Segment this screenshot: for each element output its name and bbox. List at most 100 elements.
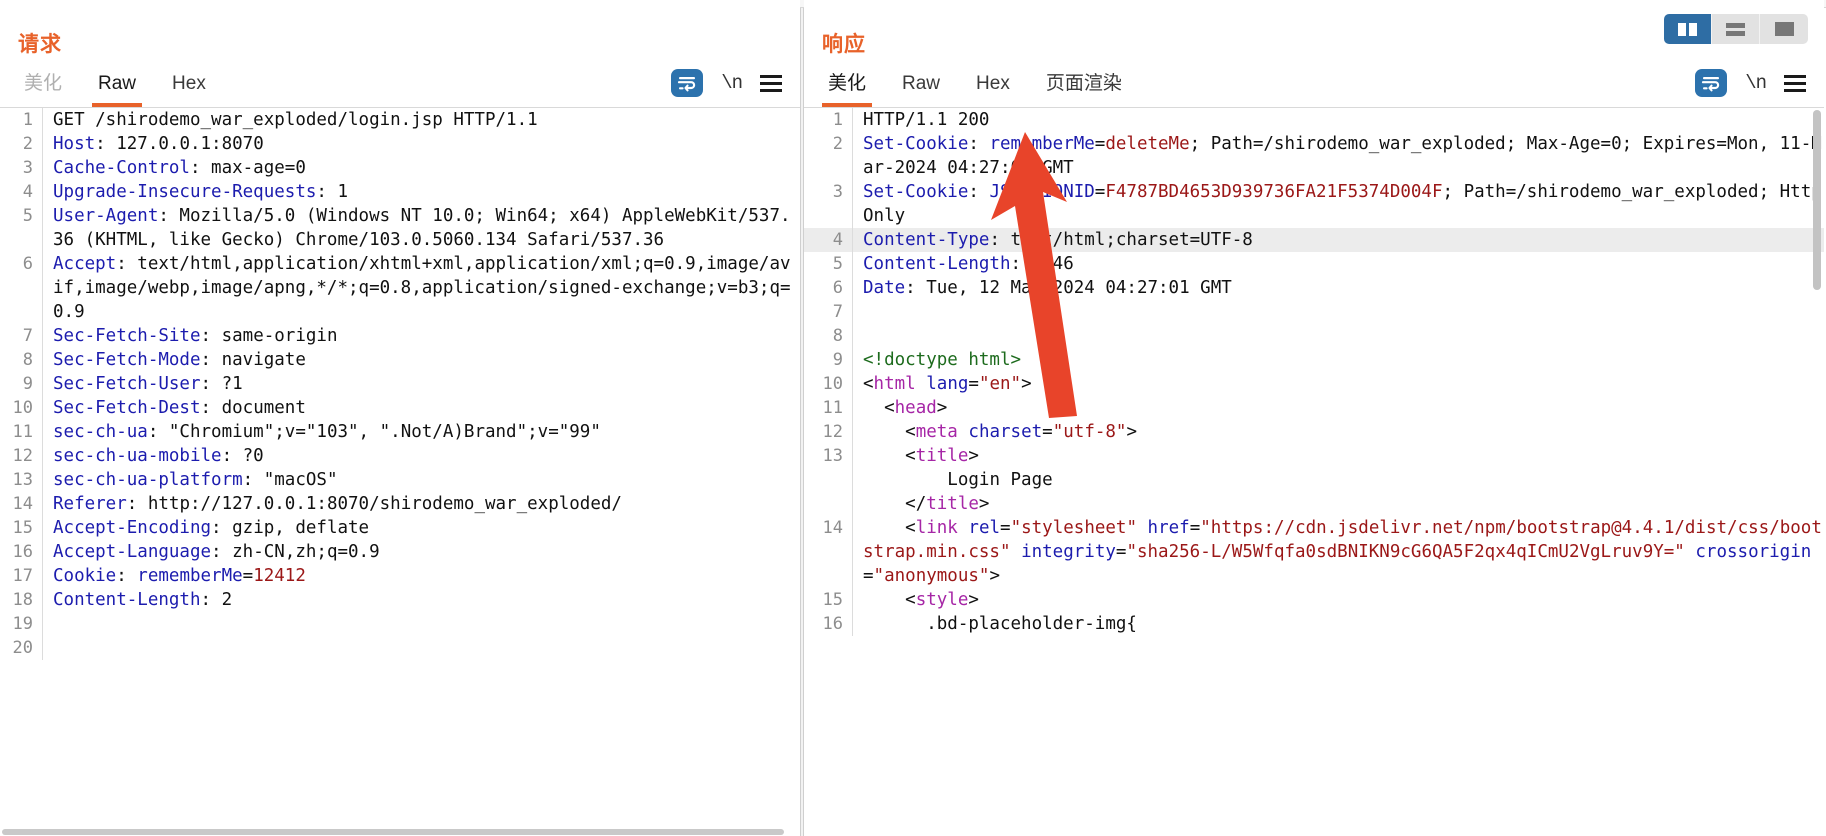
line-content bbox=[852, 324, 1824, 348]
line-content: Sec-Fetch-Site: same-origin bbox=[42, 324, 800, 348]
line-number: 14 bbox=[822, 518, 843, 538]
line-number: 9 bbox=[832, 350, 843, 370]
request-tab-beautify[interactable]: 美化 bbox=[6, 62, 80, 107]
code-line: 13 sec-ch-ua-platform: "macOS" bbox=[0, 468, 800, 492]
newline-toggle[interactable]: \n bbox=[721, 72, 743, 94]
line-content: Accept-Language: zh-CN,zh;q=0.9 bbox=[42, 540, 800, 564]
newline-toggle[interactable]: \n bbox=[1745, 72, 1767, 94]
code-line: 3 Cache-Control: max-age=0 bbox=[0, 156, 800, 180]
line-content: Cookie: rememberMe=12412 bbox=[42, 564, 800, 588]
line-content: .bd-placeholder-img{ bbox=[852, 612, 1824, 636]
line-content: <head> bbox=[852, 396, 1824, 420]
single-pane-icon bbox=[1774, 22, 1794, 36]
line-content: Sec-Fetch-User: ?1 bbox=[42, 372, 800, 396]
line-number: 17 bbox=[12, 566, 33, 586]
http-proxy-window: 请求 美化 Raw Hex \n 1 GET /shirodemo_war_ex… bbox=[0, 0, 1826, 836]
layout-split-vertical-button[interactable] bbox=[1664, 14, 1712, 44]
request-horizontal-scrollbar[interactable] bbox=[0, 828, 790, 836]
request-code-lines: 1 GET /shirodemo_war_exploded/login.jsp H… bbox=[0, 108, 800, 660]
request-tab-row: 美化 Raw Hex \n bbox=[0, 64, 800, 108]
line-number: 12 bbox=[12, 446, 33, 466]
line-number: 10 bbox=[822, 374, 843, 394]
code-line: 8 Sec-Fetch-Mode: navigate bbox=[0, 348, 800, 372]
code-line: 15 <style> bbox=[804, 588, 1824, 612]
line-content: <style> bbox=[852, 588, 1824, 612]
line-content: <meta charset="utf-8"> bbox=[852, 420, 1824, 444]
code-line: 1 GET /shirodemo_war_exploded/login.jsp H… bbox=[0, 108, 800, 132]
line-content: Upgrade-Insecure-Requests: 1 bbox=[42, 180, 800, 204]
word-wrap-icon[interactable] bbox=[671, 69, 704, 97]
response-tab-raw[interactable]: Raw bbox=[884, 67, 958, 107]
line-content: Set-Cookie: rememberMe=deleteMe; Path=/s… bbox=[852, 132, 1824, 180]
response-code-lines: 1 HTTP/1.1 200 2 Set-Cookie: rememberMe=del… bbox=[804, 108, 1824, 636]
request-tab-actions: \n bbox=[671, 69, 800, 107]
line-number: 16 bbox=[822, 614, 843, 634]
hamburger-menu-icon[interactable] bbox=[1784, 74, 1806, 92]
code-line: 4 Content-Type: text/html;charset=UTF-8 bbox=[804, 228, 1824, 252]
code-line: 3 Set-Cookie: JSESSIONID=F4787BD4653D9397… bbox=[804, 180, 1824, 228]
response-vertical-scrollbar[interactable] bbox=[1812, 108, 1822, 836]
code-line: 5 User-Agent: Mozilla/5.0 (Windows NT 10.… bbox=[0, 204, 800, 252]
code-line: 19 bbox=[0, 612, 800, 636]
line-number: 1 bbox=[832, 110, 843, 130]
code-line: 9 <!doctype html> bbox=[804, 348, 1824, 372]
line-content: User-Agent: Mozilla/5.0 (Windows NT 10.0… bbox=[42, 204, 800, 252]
layout-toggle-group[interactable] bbox=[1664, 14, 1808, 44]
line-content: <title> Login Page </title> bbox=[852, 444, 1824, 516]
response-tab-render[interactable]: 页面渲染 bbox=[1028, 62, 1140, 107]
line-number: 11 bbox=[12, 422, 33, 442]
line-number: 11 bbox=[822, 398, 843, 418]
line-number: 7 bbox=[832, 302, 843, 322]
code-line: 10 Sec-Fetch-Dest: document bbox=[0, 396, 800, 420]
line-content: Cache-Control: max-age=0 bbox=[42, 156, 800, 180]
code-line: 10 <html lang="en"> bbox=[804, 372, 1824, 396]
request-scroll-thumb[interactable] bbox=[2, 829, 784, 835]
line-content: Content-Length: 2 bbox=[42, 588, 800, 612]
line-number: 14 bbox=[12, 494, 33, 514]
line-content: Accept: text/html,application/xhtml+xml,… bbox=[42, 252, 800, 324]
word-wrap-icon[interactable] bbox=[1695, 69, 1728, 97]
response-tab-hex[interactable]: Hex bbox=[958, 67, 1028, 107]
line-number: 1 bbox=[22, 110, 33, 130]
line-number: 15 bbox=[12, 518, 33, 538]
code-line: 6 Accept: text/html,application/xhtml+xml… bbox=[0, 252, 800, 324]
code-line: 7 Sec-Fetch-Site: same-origin bbox=[0, 324, 800, 348]
split-horizontal-icon bbox=[1726, 22, 1745, 36]
request-tab-hex[interactable]: Hex bbox=[154, 67, 224, 107]
hamburger-menu-icon[interactable] bbox=[760, 74, 782, 92]
line-number: 6 bbox=[22, 254, 33, 274]
line-number: 13 bbox=[822, 446, 843, 466]
line-content: sec-ch-ua: "Chromium";v="103", ".Not/A)B… bbox=[42, 420, 800, 444]
line-number: 3 bbox=[22, 158, 33, 178]
code-line: 4 Upgrade-Insecure-Requests: 1 bbox=[0, 180, 800, 204]
layout-split-horizontal-button[interactable] bbox=[1712, 14, 1760, 44]
line-number: 5 bbox=[832, 254, 843, 274]
response-code-area[interactable]: 1 HTTP/1.1 200 2 Set-Cookie: rememberMe=del… bbox=[804, 108, 1824, 836]
line-number: 20 bbox=[12, 638, 33, 658]
code-line: 17 Cookie: rememberMe=12412 bbox=[0, 564, 800, 588]
line-number: 18 bbox=[12, 590, 33, 610]
request-panel: 请求 美化 Raw Hex \n 1 GET /shirodemo_war_ex… bbox=[0, 0, 800, 836]
line-content: Content-Length: 2546 bbox=[852, 252, 1824, 276]
line-content: Content-Type: text/html;charset=UTF-8 bbox=[852, 228, 1824, 252]
code-line: 7 bbox=[804, 300, 1824, 324]
code-line: 11 sec-ch-ua: "Chromium";v="103", ".Not/A… bbox=[0, 420, 800, 444]
line-number: 10 bbox=[12, 398, 33, 418]
line-number: 15 bbox=[822, 590, 843, 610]
layout-single-pane-button[interactable] bbox=[1760, 14, 1808, 44]
line-content: sec-ch-ua-mobile: ?0 bbox=[42, 444, 800, 468]
code-line: 12 <meta charset="utf-8"> bbox=[804, 420, 1824, 444]
response-scroll-thumb[interactable] bbox=[1813, 110, 1821, 290]
request-tab-raw[interactable]: Raw bbox=[80, 67, 154, 107]
line-number: 2 bbox=[22, 134, 33, 154]
line-number: 19 bbox=[12, 614, 33, 634]
line-content: Referer: http://127.0.0.1:8070/shirodemo… bbox=[42, 492, 800, 516]
response-panel: 响应 美化 Raw Hex 页面渲染 \n 1 HTTP/1.1 200 2 S… bbox=[804, 0, 1824, 836]
line-number: 13 bbox=[12, 470, 33, 490]
line-content: Accept-Encoding: gzip, deflate bbox=[42, 516, 800, 540]
split-vertical-icon bbox=[1678, 22, 1697, 36]
request-code-area[interactable]: 1 GET /shirodemo_war_exploded/login.jsp H… bbox=[0, 108, 800, 836]
response-tab-beautify[interactable]: 美化 bbox=[810, 62, 884, 107]
line-content: <!doctype html> bbox=[852, 348, 1824, 372]
code-line: 12 sec-ch-ua-mobile: ?0 bbox=[0, 444, 800, 468]
